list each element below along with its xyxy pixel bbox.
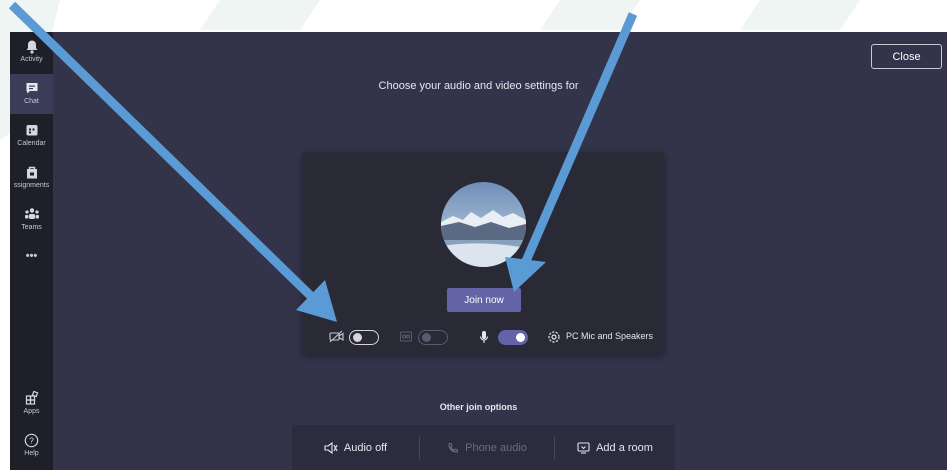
rail-label: Calendar [17, 140, 46, 147]
phone-audio-label: Phone audio [465, 441, 527, 454]
rail-item-calendar[interactable]: Calendar [10, 116, 53, 156]
add-room-label: Add a room [596, 441, 653, 454]
add-room-option[interactable]: Add a room [555, 425, 675, 470]
svg-text:?: ? [29, 435, 34, 445]
join-now-button[interactable]: Join now [447, 288, 521, 312]
audio-off-label: Audio off [343, 441, 388, 454]
more-icon: ••• [25, 250, 38, 262]
background-blur-icon [399, 330, 413, 343]
teams-icon [24, 206, 40, 222]
other-join-options-title: Other join options [439, 402, 518, 412]
phone-audio-option[interactable]: Phone audio [420, 425, 554, 470]
device-preview-card: Join now PC Mic and Speakers [303, 152, 664, 354]
rail-label: ssignments [13, 182, 50, 189]
rail-label: Activity [20, 56, 43, 63]
audio-off-option[interactable]: Audio off [292, 425, 419, 470]
camera-toggle[interactable] [349, 330, 379, 345]
page-heading: Choose your audio and video settings for [378, 80, 579, 92]
speaker-off-icon [324, 441, 338, 454]
close-button[interactable]: Close [871, 44, 942, 69]
background-effects-toggle[interactable] [418, 330, 448, 345]
teams-window: Activity Chat Calendar ssignments Teams [10, 32, 947, 470]
rail-label: Teams [21, 224, 42, 231]
rail-label: Help [24, 450, 39, 457]
calendar-icon [25, 122, 39, 138]
assignments-icon [25, 164, 39, 180]
gear-icon[interactable] [547, 330, 561, 344]
help-icon: ? [24, 432, 39, 448]
rail-item-help[interactable]: ? Help [10, 426, 53, 466]
avatar [441, 182, 526, 267]
rail-label: Chat [24, 98, 39, 105]
device-controls: PC Mic and Speakers [303, 326, 664, 350]
microphone-icon [479, 330, 489, 344]
microphone-toggle[interactable] [498, 330, 528, 345]
device-settings-label[interactable]: PC Mic and Speakers [566, 331, 653, 341]
rail-item-activity[interactable]: Activity [10, 32, 53, 72]
rail-item-assignments[interactable]: ssignments [10, 158, 53, 198]
camera-off-icon [329, 330, 345, 343]
room-device-icon [577, 441, 590, 454]
other-join-options-bar: Audio off Phone audio Add a room [292, 425, 675, 470]
bell-icon [25, 38, 39, 54]
rail-item-teams[interactable]: Teams [10, 200, 53, 240]
phone-icon [447, 442, 459, 454]
rail-item-more[interactable]: ••• [10, 246, 53, 272]
